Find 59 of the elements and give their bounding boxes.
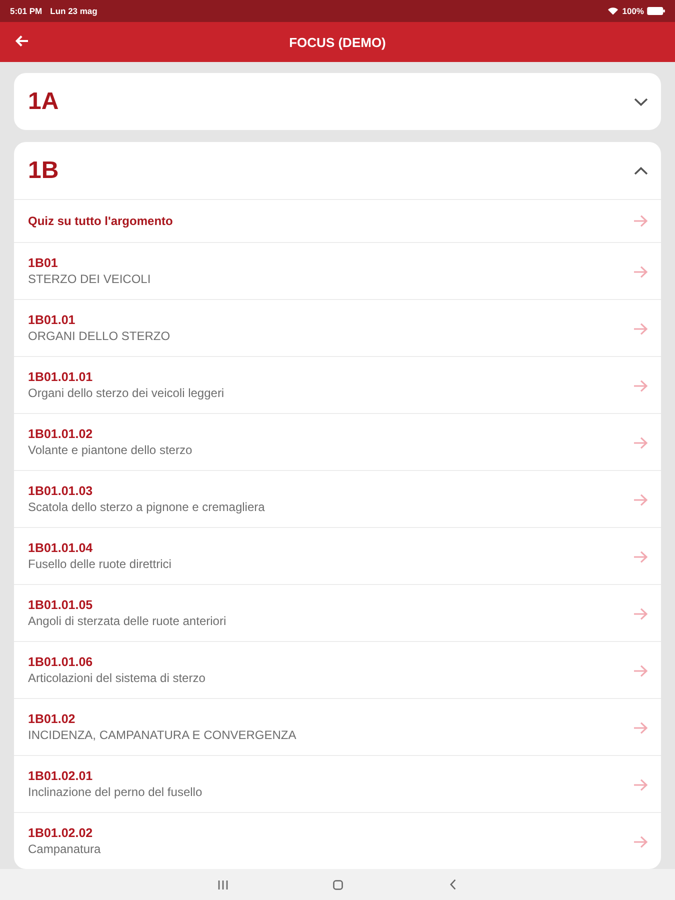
arrow-right-icon xyxy=(634,494,648,506)
topic-code: 1B01.01.02 xyxy=(28,427,94,442)
topic-title: STERZO DEI VEICOLI xyxy=(28,272,151,287)
arrow-right-icon xyxy=(634,778,648,790)
topic-title: Articolazioni del sistema di sterzo xyxy=(28,671,206,686)
topic-code: 1B01.01.04 xyxy=(28,541,94,556)
section-header[interactable]: 1B xyxy=(14,142,661,199)
home-icon xyxy=(332,880,342,890)
topic-code: 1B01.02.01 xyxy=(28,769,94,784)
topic-row[interactable]: 1B01 STERZO DEI VEICOLI xyxy=(14,242,661,299)
recent-apps-icon xyxy=(218,880,228,890)
topic-code: 1B01.01 xyxy=(28,313,76,328)
back-button[interactable] xyxy=(15,35,31,49)
arrow-right-icon xyxy=(634,436,648,448)
topic-row[interactable]: 1B01.01 ORGANI DELLO STERZO xyxy=(14,299,661,356)
arrow-right-icon xyxy=(634,836,648,848)
back-chevron-icon xyxy=(450,879,456,890)
topic-title: Campanatura xyxy=(28,842,101,857)
status-date: Lun 23 mag xyxy=(50,6,98,16)
topic-row[interactable]: 1B01.02 INCIDENZA, CAMPANATURA E CONVERGENZA xyxy=(14,698,661,755)
topic-title: Fusello delle ruote direttrici xyxy=(28,557,172,572)
topic-title: Scatola dello sterzo a pignone e cremagliera xyxy=(28,500,265,515)
quiz-link[interactable]: Quiz su tutto l'argomento xyxy=(14,199,661,242)
topic-code: 1B01.02 xyxy=(28,712,76,727)
topic-code: 1B01.01.03 xyxy=(28,484,94,499)
topic-row[interactable]: 1B01.01.03 Scatola dello sterzo a pignone e cremagliera xyxy=(14,470,661,527)
topic-title: Inclinazione del perno del fusello xyxy=(28,785,202,800)
topic-code: 1B01.01.06 xyxy=(28,655,94,670)
topic-title: Angoli di sterzata delle ruote anteriori xyxy=(28,614,226,629)
arrow-right-icon xyxy=(634,380,648,392)
screen-title: FOCUS (DEMO) xyxy=(289,34,386,50)
topic-code: 1B01.02.02 xyxy=(28,826,94,841)
arrow-right-icon xyxy=(634,266,648,278)
topic-row[interactable]: 1B01.01.04 Fusello delle ruote direttrici xyxy=(14,527,661,584)
topic-row[interactable]: 1B01.01.02 Volante e piantone dello sterzo xyxy=(14,413,661,470)
topic-row[interactable]: 1B01.02.01 Inclinazione del perno del fusello xyxy=(14,755,661,812)
topic-row[interactable]: 1B01.01.01 Organi dello sterzo dei veicoli leggeri xyxy=(14,356,661,413)
topic-title: INCIDENZA, CAMPANATURA E CONVERGENZA xyxy=(28,728,296,743)
arrow-right-icon xyxy=(634,215,648,227)
arrow-right-icon xyxy=(634,664,648,676)
topic-title: Organi dello sterzo dei veicoli leggeri xyxy=(28,386,224,401)
wifi-icon xyxy=(608,7,618,15)
topic-title: ORGANI DELLO STERZO xyxy=(28,329,170,344)
back-arrow-icon xyxy=(15,35,29,47)
battery-icon xyxy=(647,7,665,15)
topic-code: 1B01.01.05 xyxy=(28,598,94,613)
topic-title: Volante e piantone dello sterzo xyxy=(28,443,192,458)
topic-code: 1B01 xyxy=(28,256,59,271)
topic-row[interactable]: 1B01.01.05 Angoli di sterzata delle ruote anteriori xyxy=(14,584,661,641)
topic-code: 1B01.01.01 xyxy=(28,370,94,385)
arrow-right-icon xyxy=(634,608,648,620)
topic-row[interactable]: 1B01.01.06 Articolazioni del sistema di sterzo xyxy=(14,641,661,698)
arrow-right-icon xyxy=(634,722,648,734)
arrow-right-icon xyxy=(634,322,648,334)
home-button[interactable] xyxy=(330,877,345,892)
arrow-right-icon xyxy=(634,550,648,562)
section-header[interactable]: 1A xyxy=(14,73,661,130)
status-time: 5:01 PM xyxy=(10,6,42,16)
battery-percent: 100% xyxy=(622,6,644,16)
